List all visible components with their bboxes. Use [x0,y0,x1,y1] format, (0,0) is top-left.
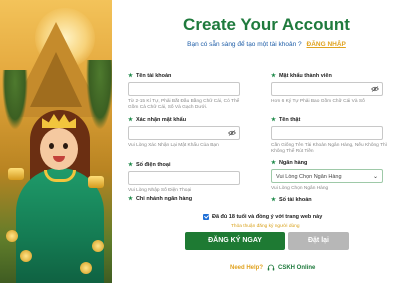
bank-select[interactable]: Vui Lòng Chọn Ngân Hàng ⌄ [271,169,383,183]
agree-text: Đã đủ 18 tuổi và đồng ý với trang web nà… [212,214,323,220]
pyramid-shape-small [30,52,82,107]
real-name-label: ★ Tên thật [271,117,301,123]
chevron-down-icon: ⌄ [372,174,378,180]
bank-hint: Vui Lòng Chọn Ngân Hàng [271,186,329,191]
password-hint: Hơn 6 Ký Tự Phải Bao Gồm Chữ Cái Và Số [271,99,365,104]
coin-icon [80,262,92,274]
eye-slash-icon[interactable] [228,130,236,136]
reset-button[interactable]: Đặt lại [288,232,349,250]
palm-tree-right [86,60,112,130]
page-title: Create Your Account [183,15,350,34]
character-face [40,128,78,170]
phone-box [128,171,240,190]
eye-slash-icon[interactable] [371,86,379,92]
confirm-password-hint: Vui Lòng Xác Nhận Lại Mật Khẩu Của Bạn [128,143,219,148]
terms-link[interactable]: Thỏa thuận đăng ký người dùng [231,224,300,229]
username-box [128,82,240,101]
bank-label: ★ Ngân hàng [271,160,308,166]
real-name-box [271,126,383,145]
character-eye-right [63,143,68,149]
age-agreement[interactable]: Đã đủ 18 tuổi và đồng ý với trang web nà… [203,214,322,220]
subtitle-text: Bạn có sẵn sàng để tạo một tài khoản ? [187,41,302,48]
palm-tree-left [2,70,28,130]
subtitle: Bạn có sẵn sàng để tạo một tài khoản ? Đ… [114,41,419,48]
character-eye-left [49,143,54,149]
confirm-password-box [128,126,240,145]
gold-bar-icon [8,168,24,180]
username-hint: Từ 2-15 Kí Tự, Phải Bắt Đầu Bằng Chữ Cái… [128,99,240,110]
coin-icon [92,240,104,252]
phone-label: ★ Số điện thoại [128,162,171,168]
register-button[interactable]: ĐĂNG KÝ NGAY [185,232,285,250]
gold-bar-icon [88,176,104,188]
register-form: Create Your Account Bạn có sẵn sàng để t… [114,0,419,283]
coin-icon [20,250,32,262]
need-help-text: Need Help? [230,265,264,271]
login-link[interactable]: ĐĂNG NHẬP [307,41,346,48]
confirm-password-label: ★ Xác nhận mật khẩu [128,117,187,123]
hero-illustration [0,0,112,283]
real-name-hint: Cần Giống Tên Tài Khoản Ngân Hàng, Nếu K… [271,143,388,154]
coin-icon [6,230,18,242]
username-label: ★ Tên tài khoản [128,73,172,79]
bank-branch-label: ★ Chi nhánh ngân hàng [128,196,193,202]
password-label: ★ Mật khẩu thành viên [271,73,332,79]
account-number-label: ★ Số tài khoản [271,197,312,203]
headset-icon[interactable] [267,264,275,272]
support-link[interactable]: CSKH Online [278,265,315,271]
phone-hint: Vui Lòng Nhập Số Điện Thoại [128,188,192,193]
password-box [271,82,383,101]
agree-checkbox[interactable] [203,214,209,220]
help-footer: Need Help? CSKH Online [230,264,315,272]
bank-select-value: Vui Lòng Chọn Ngân Hàng [276,174,342,180]
